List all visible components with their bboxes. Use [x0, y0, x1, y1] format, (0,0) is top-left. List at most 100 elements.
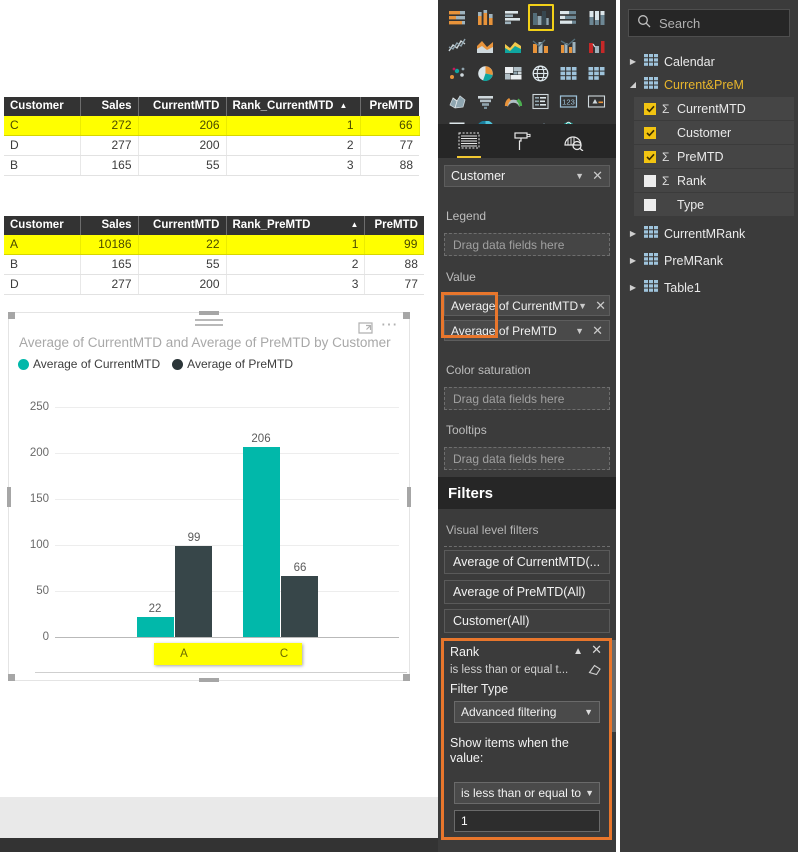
more-options-icon[interactable]: ⋯ [381, 316, 400, 333]
legend-item[interactable]: Average of PreMTD [172, 357, 293, 371]
field-item-premtd[interactable]: Σ PreMTD [634, 145, 794, 168]
column-header-currentmtd[interactable]: CurrentMTD [138, 97, 227, 116]
value-chip-currentmtd[interactable]: Average of CurrentMTD ▼ ✕ [444, 295, 610, 316]
fields-table-premrank[interactable]: ▶ PreMRank [620, 249, 798, 272]
stacked-bar-chart-icon[interactable] [444, 4, 471, 31]
search-input[interactable]: Search [628, 9, 790, 37]
chevron-down-icon[interactable]: ▼ [575, 326, 584, 336]
chevron-down-icon[interactable]: ▼ [580, 707, 593, 717]
table-row[interactable]: D 277 200 2 77 [4, 135, 419, 156]
stacked-area-chart-icon[interactable] [500, 32, 527, 59]
chevron-down-icon[interactable]: ▼ [575, 171, 584, 181]
bar-chart-visual[interactable]: ⋯ Average of CurrentMTD and Average of P… [7, 311, 411, 682]
column-header-sales[interactable]: Sales [80, 97, 139, 116]
pie-chart-icon[interactable] [472, 60, 499, 87]
visualizations-gallery[interactable]: 123 R ⋯ [438, 0, 616, 138]
table-row[interactable]: B 165 55 3 88 [4, 155, 419, 176]
filter-type-select[interactable]: Advanced filtering ▼ [454, 701, 600, 723]
100-stacked-column-chart-icon[interactable] [583, 4, 610, 31]
remove-icon[interactable]: ✕ [595, 298, 606, 314]
column-header-rank-currentmtd[interactable]: Rank_CurrentMTD ▲ [226, 97, 361, 116]
resize-handle-top-right[interactable] [403, 312, 410, 319]
filter-chip-average-premtd[interactable]: Average of PreMTD(All) [444, 580, 610, 604]
fields-tree[interactable]: ▶ Calendar ◢ Current&PreM Σ CurrentMTD C… [620, 50, 798, 299]
visualizations-tab-strip[interactable] [438, 124, 616, 158]
remove-icon[interactable]: ✕ [592, 168, 603, 184]
filter-card-rank[interactable]: Rank ▲ ✕ is less than or equal t... Filt… [444, 641, 609, 837]
column-header-customer[interactable]: Customer [4, 97, 81, 116]
legend-item[interactable]: Average of CurrentMTD [18, 357, 160, 371]
remove-icon[interactable]: ✕ [592, 323, 603, 339]
matrix-icon[interactable] [583, 60, 610, 87]
field-item-rank[interactable]: Σ Rank [634, 169, 794, 192]
checkbox-checked-icon[interactable] [644, 150, 656, 163]
bar-currentmtd-a[interactable] [137, 617, 174, 637]
column-header-rank-premtd[interactable]: Rank_PreMTD ▲ [226, 216, 366, 235]
rank-premtd-table[interactable]: Customer Sales CurrentMTD Rank_PreMTD ▲ P… [4, 216, 425, 295]
filled-map-icon[interactable] [444, 88, 471, 115]
bar-currentmtd-c[interactable] [243, 447, 280, 637]
filter-chip-customer[interactable]: Customer(All) [444, 609, 610, 633]
fields-table-current-and-prem[interactable]: ◢ Current&PreM [620, 73, 798, 96]
chevron-right-icon[interactable]: ▶ [628, 256, 638, 265]
column-header-sales[interactable]: Sales [80, 216, 139, 235]
resize-handle-top[interactable] [199, 311, 219, 315]
field-item-currentmtd[interactable]: Σ CurrentMTD [634, 97, 794, 120]
chevron-right-icon[interactable]: ▶ [628, 57, 638, 66]
column-header-customer[interactable]: Customer [4, 216, 81, 235]
clustered-column-chart-icon[interactable] [527, 4, 555, 31]
table-row[interactable]: A 10186 22 1 99 [4, 235, 425, 255]
rank-currentmtd-table[interactable]: Customer Sales CurrentMTD Rank_CurrentMT… [4, 97, 420, 176]
value-chip-premtd[interactable]: Average of PreMTD ▼ ✕ [444, 320, 610, 341]
treemap-icon[interactable] [500, 60, 527, 87]
checkbox-unchecked-icon[interactable] [644, 174, 656, 187]
fields-tab[interactable] [456, 128, 482, 158]
line-chart-icon[interactable] [444, 32, 471, 59]
drag-handle-icon[interactable] [195, 319, 223, 330]
chevron-up-icon[interactable]: ▲ [573, 646, 583, 657]
eraser-icon[interactable] [588, 663, 602, 681]
report-canvas[interactable]: Customer Sales CurrentMTD Rank_CurrentMT… [0, 0, 438, 852]
table-row[interactable]: B 165 55 2 88 [4, 254, 424, 275]
ribbon-chart-icon[interactable] [583, 32, 610, 59]
column-header-premtd[interactable]: PreMTD [364, 216, 424, 235]
field-item-type[interactable]: Type [634, 193, 794, 216]
close-icon[interactable]: ✕ [591, 642, 602, 658]
chevron-down-icon[interactable]: ▼ [581, 788, 594, 798]
color-saturation-well-dropzone[interactable]: Drag data fields here [444, 387, 610, 410]
scatter-chart-icon[interactable] [444, 60, 471, 87]
funnel-chart-icon[interactable] [472, 88, 499, 115]
condition-select[interactable]: is less than or equal to ▼ [454, 782, 600, 804]
fields-table-currentmrank[interactable]: ▶ CurrentMRank [620, 222, 798, 245]
stacked-column-chart-icon[interactable] [472, 4, 499, 31]
kpi-icon[interactable] [583, 88, 610, 115]
map-icon[interactable] [528, 60, 555, 87]
chevron-down-icon[interactable]: ◢ [628, 80, 638, 89]
format-tab[interactable] [508, 128, 534, 154]
bar-premtd-c[interactable] [281, 576, 318, 637]
resize-handle-top-left[interactable] [8, 312, 15, 319]
table-icon[interactable] [555, 60, 582, 87]
line-clustered-column-chart-icon[interactable] [555, 32, 582, 59]
tooltips-well-dropzone[interactable]: Drag data fields here [444, 447, 610, 470]
line-stacked-column-chart-icon[interactable] [528, 32, 555, 59]
multi-row-card-icon[interactable] [528, 88, 555, 115]
filter-chip-average-currentmtd[interactable]: Average of CurrentMTD(... [444, 550, 610, 574]
field-item-customer[interactable]: Customer [634, 121, 794, 144]
condition-value-input[interactable]: 1 [454, 810, 600, 832]
fields-table-table1[interactable]: ▶ Table1 [620, 276, 798, 299]
fields-table-calendar[interactable]: ▶ Calendar [620, 50, 798, 73]
axis-field-dropdown[interactable]: Customer ▼ ✕ [444, 165, 610, 187]
table-row[interactable]: D 277 200 3 77 [4, 274, 424, 295]
fields-pane[interactable]: Search ▶ Calendar ◢ Current&PreM Σ Curre… [620, 0, 798, 852]
analytics-tab[interactable] [560, 128, 586, 154]
100-stacked-bar-chart-icon[interactable] [555, 4, 582, 31]
column-header-premtd[interactable]: PreMTD [360, 97, 419, 116]
clustered-bar-chart-icon[interactable] [500, 4, 527, 31]
card-icon[interactable]: 123 [555, 88, 582, 115]
column-header-currentmtd[interactable]: CurrentMTD [138, 216, 227, 235]
chevron-right-icon[interactable]: ▶ [628, 229, 638, 238]
chevron-down-icon[interactable]: ▼ [578, 301, 587, 311]
checkbox-checked-icon[interactable] [644, 102, 656, 115]
legend-well-dropzone[interactable]: Drag data fields here [444, 233, 610, 256]
